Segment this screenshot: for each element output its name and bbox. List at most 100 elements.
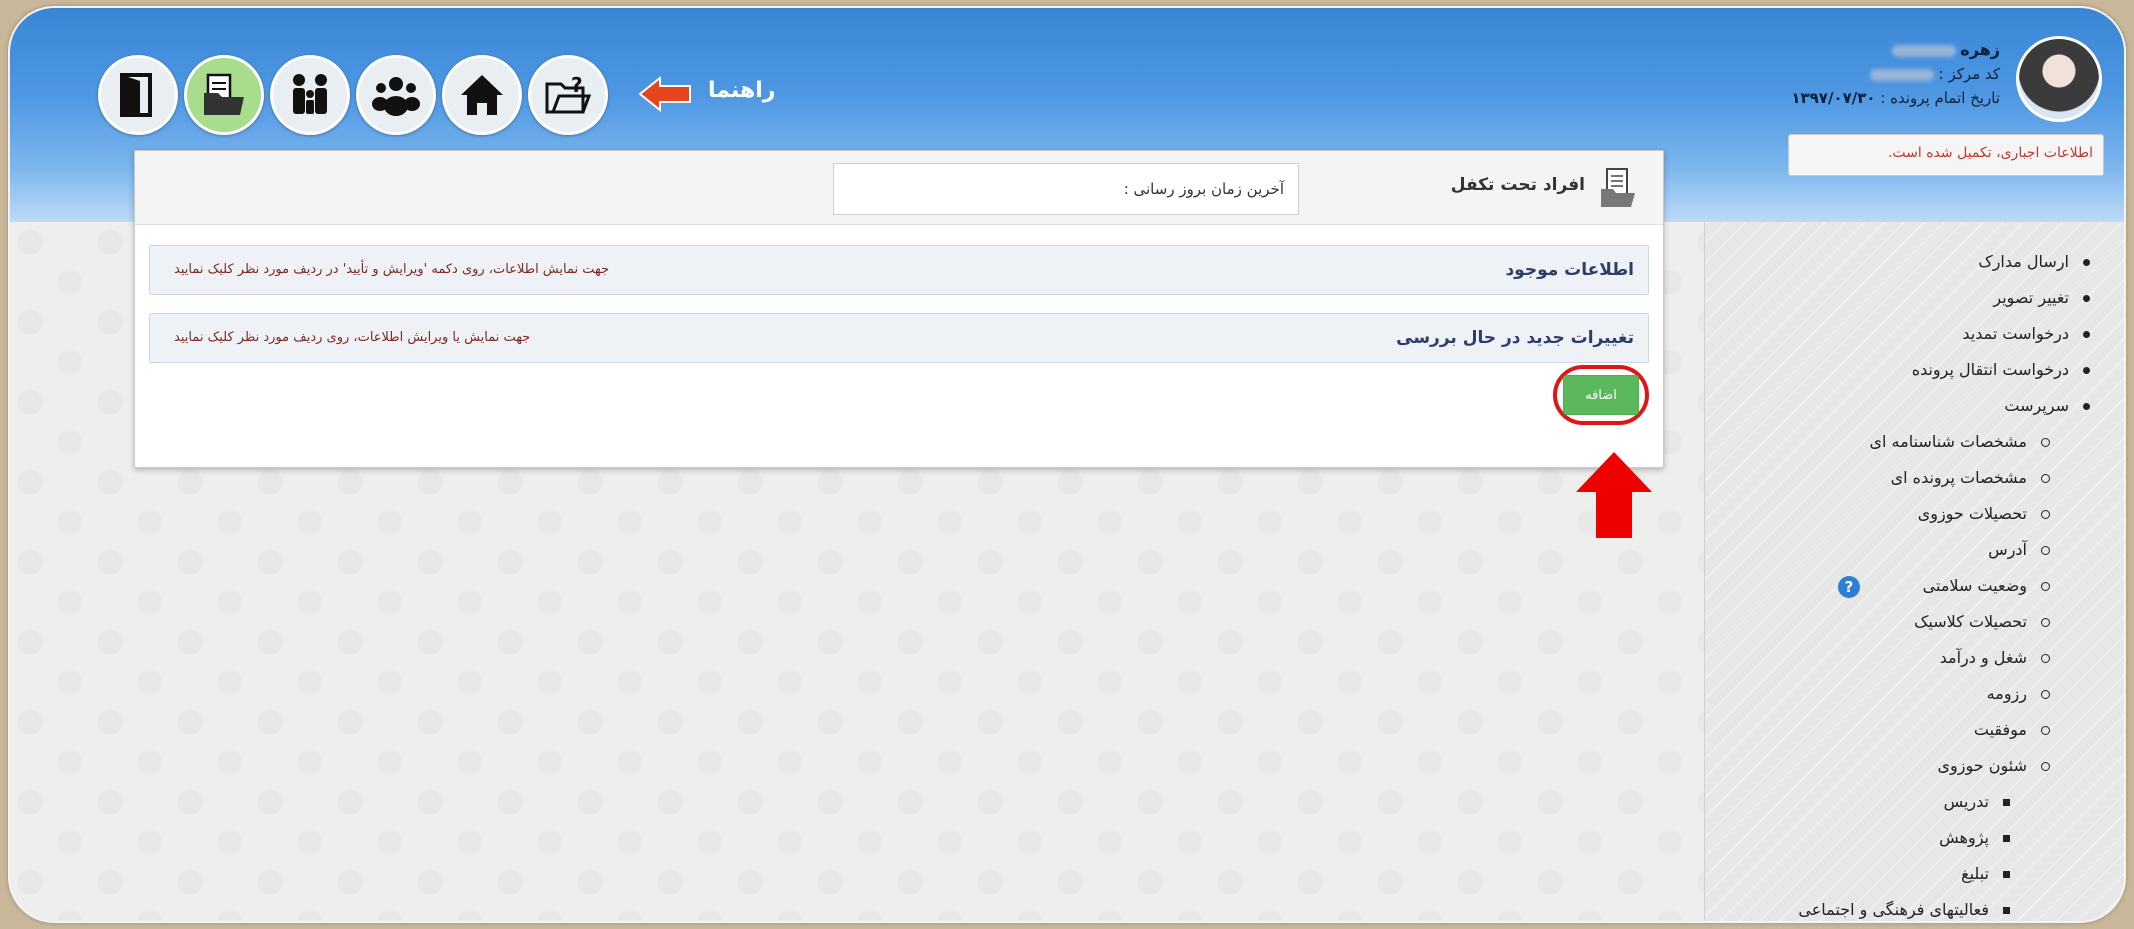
sidebar-item[interactable]: فعالیتهای فرهنگی و اجتماعی	[1798, 892, 2090, 921]
sidebar-item-label: تحصیلات کلاسیک	[1914, 612, 2027, 631]
sidebar-item[interactable]: تدریس	[1798, 784, 2090, 820]
bullet-icon	[2041, 546, 2050, 555]
sidebar-item[interactable]: درخواست انتقال پرونده	[1798, 352, 2090, 388]
sidebar-item[interactable]: تحصیلات کلاسیک	[1798, 604, 2090, 640]
file-completion-date: ۱۳۹۷/۰۷/۳۰	[1791, 89, 1876, 107]
redacted-surname	[1891, 44, 1956, 57]
help-pointer-arrow-icon	[638, 76, 691, 112]
pending-changes-hint: جهت نمایش یا ویرایش اطلاعات، روی ردیف مو…	[174, 330, 531, 345]
sidebar-item[interactable]: تحصیلات حوزوی	[1798, 496, 2090, 532]
sidebar-item-label: تدریس	[1943, 792, 1989, 811]
sidebar-item-label: سرپرست	[2004, 396, 2069, 415]
group-icon	[372, 77, 420, 116]
sidebar-item[interactable]: سرپرست	[1798, 388, 2090, 424]
sidebar-item[interactable]: مشخصات پرونده ای	[1798, 460, 2090, 496]
sidebar-item-label: تبلیغ	[1961, 864, 1989, 883]
add-button-highlight: اضافه	[1553, 365, 1649, 425]
app-window: ? راهنما زهره کد مرکز : تاریخ اتمام پرون…	[8, 6, 2126, 923]
sidebar-item[interactable]: درخواست تمدید	[1798, 316, 2090, 352]
sidebar-item-label: مشخصات پرونده ای	[1890, 468, 2027, 487]
sidebar-item-label: وضعیت سلامتی	[1922, 576, 2027, 595]
redacted-center-code	[1869, 68, 1934, 81]
mandatory-info-notice: اطلاعات اجباری، تکمیل شده است.	[1788, 134, 2104, 176]
help-folder-icon: ?	[545, 73, 592, 114]
sidebar-item-label: فعالیتهای فرهنگی و اجتماعی	[1798, 900, 1989, 919]
sidebar-item[interactable]: آدرس	[1798, 532, 2090, 568]
red-up-arrow-icon	[1576, 452, 1652, 538]
sidebar-item[interactable]: شغل و درآمد	[1798, 640, 2090, 676]
sidebar-menu: ارسال مدارک تغییر تصویر درخواست تمدید درخوا…	[1798, 244, 2090, 921]
bullet-icon	[2041, 510, 2050, 519]
sidebar-item[interactable]: پژوهش	[1798, 820, 2090, 856]
bullet-icon	[2041, 618, 2050, 627]
bullet-icon	[2041, 582, 2050, 591]
bullet-icon	[2003, 907, 2010, 914]
dependents-panel: افراد تحت تکفل آخرین زمان بروز رسانی : ا…	[134, 150, 1664, 468]
existing-info-hint: جهت نمایش اطلاعات، روی دکمه 'ویرایش و تأ…	[174, 262, 610, 277]
existing-info-row[interactable]: اطلاعات موجود جهت نمایش اطلاعات، روی دکم…	[149, 245, 1649, 295]
existing-info-title: اطلاعات موجود	[1505, 260, 1634, 280]
bullet-icon	[2003, 835, 2010, 842]
sidebar-item[interactable]: شئون حوزوی	[1798, 748, 2090, 784]
file-completion-label: تاریخ اتمام پرونده :	[1880, 89, 2000, 107]
bullet-icon	[2041, 654, 2050, 663]
bullet-icon	[2083, 259, 2090, 266]
sidebar-item-label: تغییر تصویر	[1993, 288, 2069, 307]
sidebar-item[interactable]: وضعیت سلامتی?	[1798, 568, 2090, 604]
sidebar-item-label: رزومه	[1986, 684, 2027, 703]
center-code-label: کد مرکز :	[1938, 65, 2000, 83]
sidebar-item-label: موفقیت	[1973, 720, 2027, 739]
bullet-icon	[2041, 438, 2050, 447]
bullet-icon	[2083, 403, 2090, 410]
sidebar-item-label: درخواست انتقال پرونده	[1911, 360, 2069, 379]
bullet-icon	[2083, 331, 2090, 338]
add-button[interactable]: اضافه	[1563, 375, 1639, 415]
panel-title: افراد تحت تکفل	[1450, 175, 1585, 195]
sidebar: ارسال مدارک تغییر تصویر درخواست تمدید درخوا…	[1704, 222, 2124, 921]
svg-text:?: ?	[571, 73, 583, 97]
health-help-icon[interactable]: ?	[1838, 576, 1860, 598]
group-button[interactable]	[356, 55, 436, 135]
sidebar-item[interactable]: تغییر تصویر	[1798, 280, 2090, 316]
document-folder-icon	[1601, 168, 1635, 207]
bullet-icon	[2041, 690, 2050, 699]
sidebar-item-label: درخواست تمدید	[1962, 324, 2069, 343]
avatar	[2016, 36, 2102, 122]
family-icon	[293, 74, 327, 114]
last-update-label: آخرین زمان بروز رسانی :	[1123, 180, 1284, 198]
bullet-icon	[2041, 762, 2050, 771]
pending-changes-row[interactable]: تغییرات جدید در حال بررسی جهت نمایش یا و…	[149, 313, 1649, 363]
sidebar-item-label: شغل و درآمد	[1939, 648, 2027, 667]
bullet-icon	[2003, 871, 2010, 878]
last-update-field: آخرین زمان بروز رسانی :	[833, 163, 1299, 215]
user-name: زهره	[1960, 40, 2000, 59]
family-button[interactable]	[270, 55, 350, 135]
bullet-icon	[2041, 474, 2050, 483]
pending-changes-title: تغییرات جدید در حال بررسی	[1396, 328, 1634, 348]
sidebar-item[interactable]: موفقیت	[1798, 712, 2090, 748]
bullet-icon	[2083, 295, 2090, 302]
sidebar-item[interactable]: تبلیغ	[1798, 856, 2090, 892]
sidebar-item[interactable]: ارسال مدارک	[1798, 244, 2090, 280]
home-icon	[461, 75, 503, 115]
exit-button[interactable]	[98, 55, 178, 135]
exit-icon	[120, 73, 152, 117]
sidebar-item-label: پژوهش	[1939, 828, 1989, 847]
panel-header: افراد تحت تکفل آخرین زمان بروز رسانی :	[135, 151, 1663, 225]
home-button[interactable]	[442, 55, 522, 135]
sidebar-item-label: تحصیلات حوزوی	[1917, 504, 2027, 523]
sidebar-item-label: آدرس	[1988, 540, 2027, 559]
toolbar: ?	[98, 54, 608, 136]
help-link[interactable]: راهنما	[708, 78, 775, 103]
sidebar-item[interactable]: مشخصات شناسنامه ای	[1798, 424, 2090, 460]
bullet-icon	[2003, 799, 2010, 806]
files-icon	[204, 73, 244, 115]
bullet-icon	[2083, 367, 2090, 374]
user-info: زهره کد مرکز : تاریخ اتمام پرونده : ۱۳۹۷…	[1791, 38, 2000, 110]
sidebar-item-label: شئون حوزوی	[1937, 756, 2027, 775]
help-folder-button[interactable]: ?	[528, 55, 608, 135]
sidebar-item[interactable]: رزومه	[1798, 676, 2090, 712]
files-button[interactable]	[184, 55, 264, 135]
sidebar-item-label: مشخصات شناسنامه ای	[1869, 432, 2028, 451]
sidebar-item-label: ارسال مدارک	[1978, 252, 2069, 271]
